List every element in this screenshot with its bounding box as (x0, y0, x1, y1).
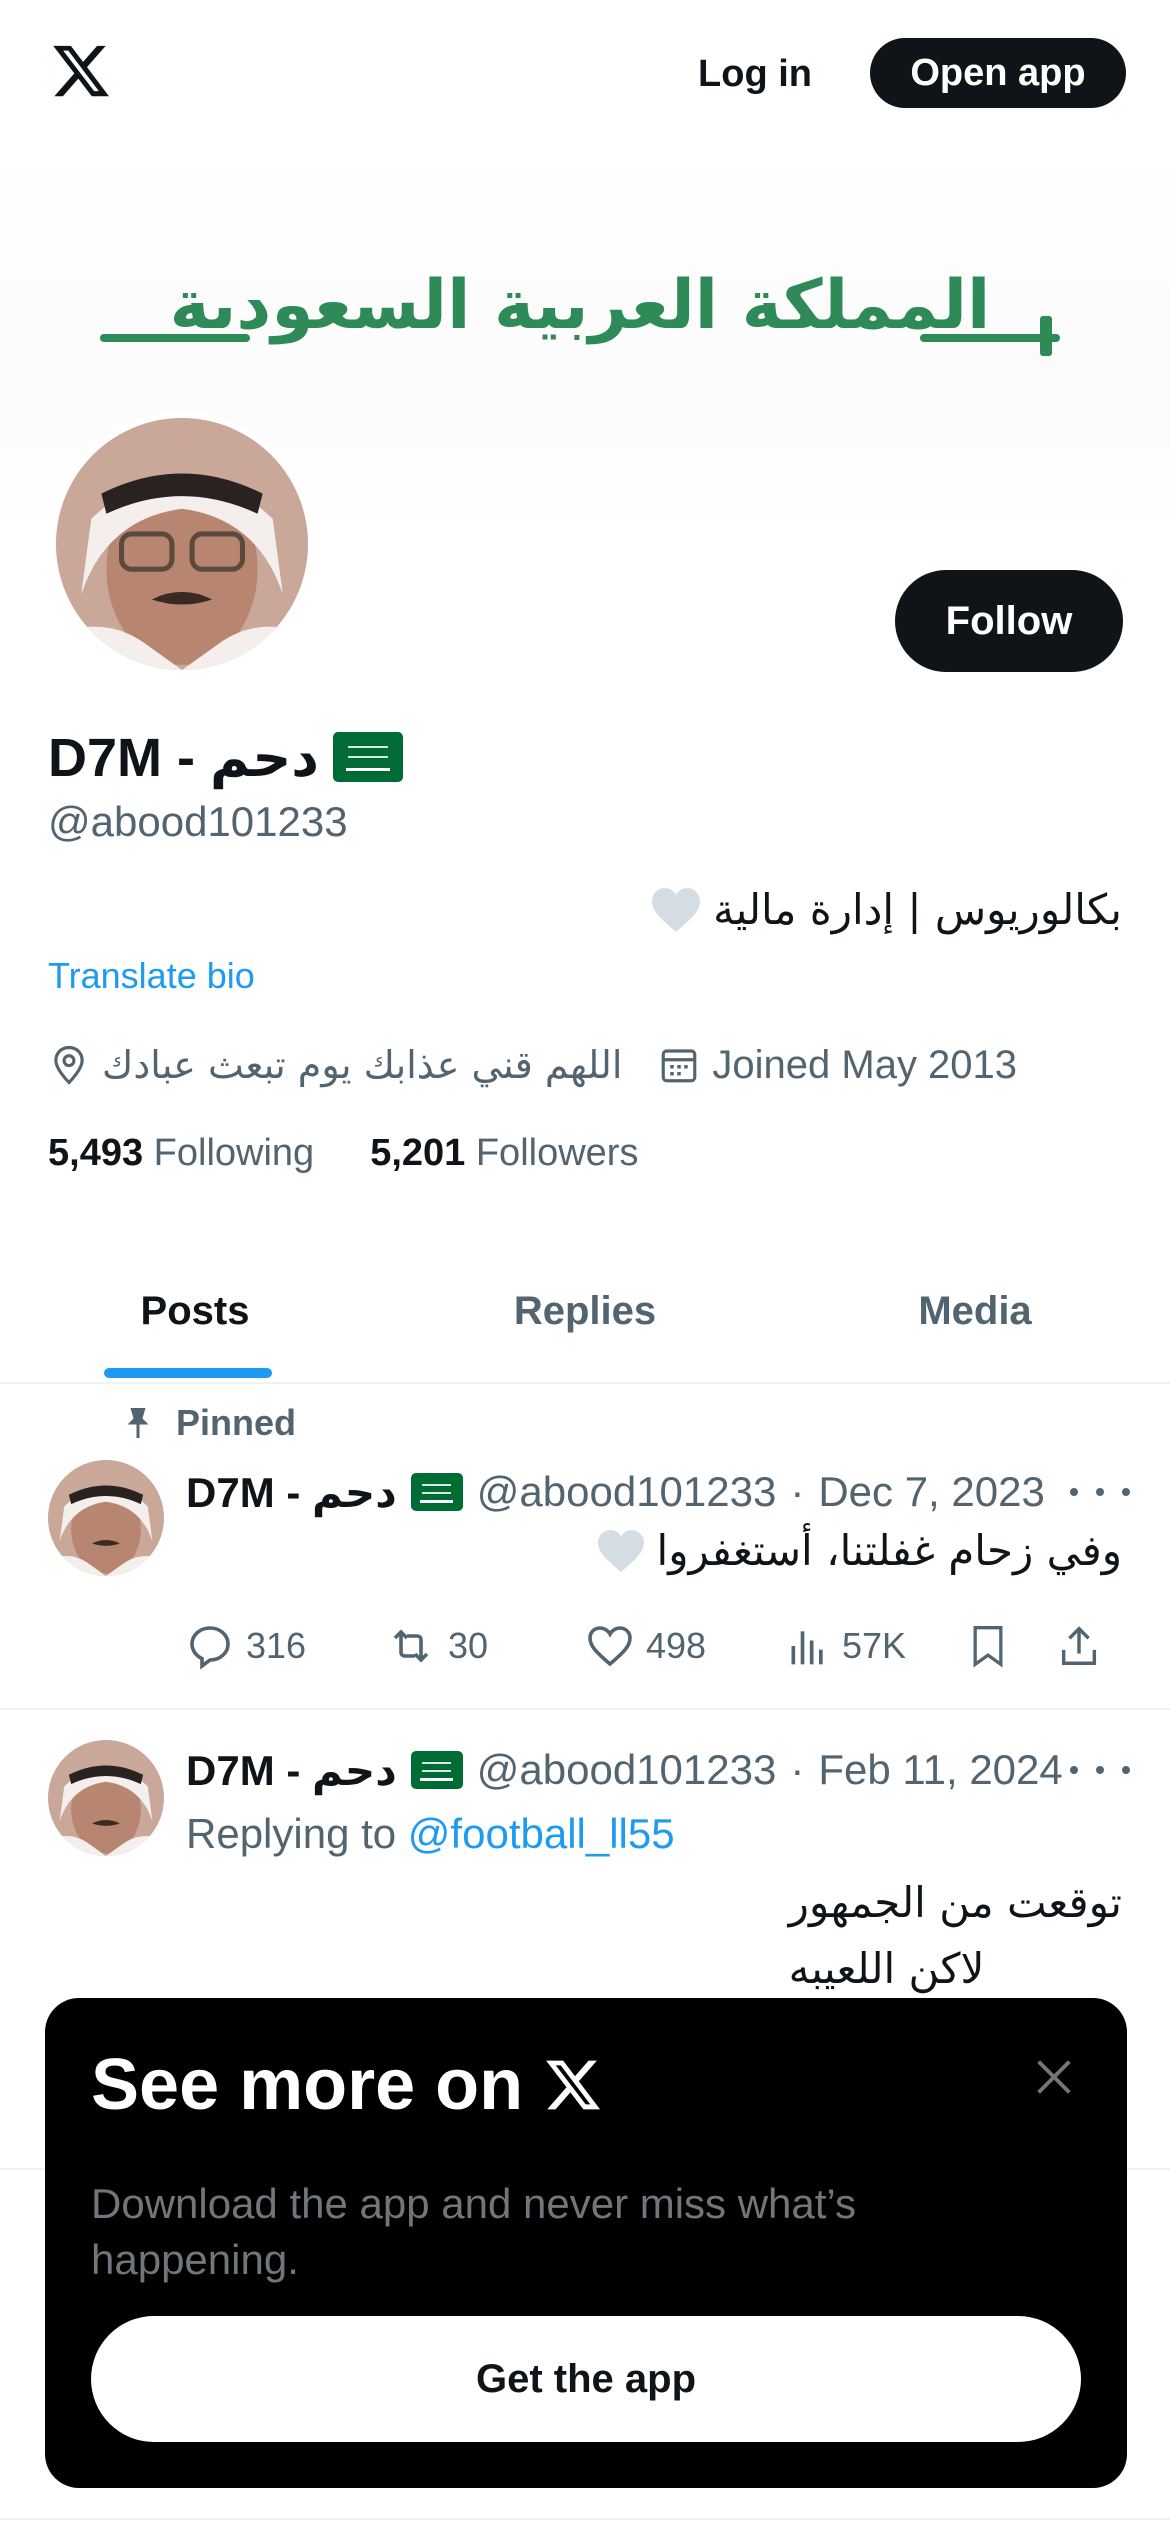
like-button[interactable]: 498 (586, 1623, 786, 1669)
reply-icon (190, 1626, 230, 1670)
open-app-button[interactable]: Open app (870, 38, 1126, 108)
see-more-promo: See more on Download the app and never m… (45, 1998, 1127, 2488)
replying-prefix: Replying to (186, 1810, 397, 1857)
pinned-label-row: Pinned (120, 1402, 296, 1444)
repost-button[interactable]: 30 (386, 1622, 586, 1670)
translate-bio-link[interactable]: Translate bio (48, 955, 255, 997)
post-separator: · (790, 1468, 805, 1515)
bookmark-icon (973, 1626, 1003, 1668)
x-logo-icon (546, 2060, 601, 2110)
promo-title-text: See more on (91, 2045, 524, 2125)
followers-count: 5,201 (370, 1132, 466, 1174)
following-link[interactable]: 5,493 Following (48, 1132, 314, 1175)
view-count: 57K (842, 1625, 907, 1666)
location-text: اللهم قني عذابك يوم تبعث عبادك (102, 1043, 623, 1087)
bio-text: بكالوريوس | إدارة مالية (713, 885, 1122, 934)
following-label: Following (153, 1132, 315, 1174)
reply-button[interactable]: 316 (186, 1622, 386, 1670)
saudi-flag-icon (410, 1473, 463, 1511)
post-body-line: توقعت من الجمهور (788, 1878, 1122, 1927)
post-avatar[interactable] (48, 1460, 164, 1576)
get-app-button[interactable]: Get the app (91, 2316, 1081, 2442)
saudi-flag-icon (410, 1751, 463, 1789)
post-author-name[interactable]: D7M - دحم (186, 1468, 397, 1517)
divider (0, 2518, 1170, 2520)
repost-icon (393, 1629, 429, 1663)
pin-icon (127, 1408, 149, 1438)
promo-subtitle: Download the app and never miss what’s h… (91, 2180, 857, 2283)
post-date[interactable]: Feb 11, 2024 (818, 1746, 1062, 1794)
joined-text: Joined May 2013 (712, 1042, 1018, 1087)
following-count: 5,493 (48, 1132, 144, 1174)
login-button[interactable]: Log in (680, 40, 830, 108)
close-icon[interactable] (1031, 2054, 1077, 2100)
x-logo-icon[interactable] (48, 40, 114, 102)
tab-media[interactable]: Media (780, 1240, 1170, 1382)
more-options-icon[interactable] (1070, 1472, 1130, 1512)
post-text: وفي زحام غفلتنا، أستغفروا (595, 1518, 1122, 1584)
joined-item: Joined May 2013 (658, 1043, 1017, 1088)
banner-text: المملكة العربية السعودية (169, 266, 991, 345)
post-body: وفي زحام غفلتنا، أستغفروا (656, 1526, 1122, 1575)
analytics-icon (791, 1631, 823, 1665)
tab-replies[interactable]: Replies (390, 1240, 780, 1382)
follow-stats: 5,493 Following 5,201 Followers (48, 1132, 638, 1175)
like-count: 498 (646, 1625, 707, 1666)
tab-posts[interactable]: Posts (0, 1240, 390, 1382)
promo-title: See more on (91, 2044, 605, 2126)
views-button[interactable]: 57K (786, 1624, 966, 1668)
profile-bio: بكالوريوس | إدارة مالية (649, 885, 1122, 934)
profile-avatar[interactable] (50, 412, 314, 676)
post-author-handle[interactable]: @abood101233 (477, 1746, 777, 1794)
reply-count: 316 (246, 1625, 307, 1666)
white-heart-icon (652, 887, 701, 932)
post-actions: 316 30 498 57K (186, 1616, 1126, 1676)
followers-label: Followers (475, 1132, 639, 1174)
more-options-icon[interactable] (1070, 1750, 1130, 1790)
post-author-name[interactable]: D7M - دحم (186, 1746, 397, 1795)
profile-name-row: D7M - دحم (48, 722, 403, 792)
post-header: D7M - دحم @abood101233 · Dec 7, 2023 (186, 1462, 1045, 1522)
replying-to: Replying to @football_ll55 (186, 1810, 675, 1858)
followers-link[interactable]: 5,201 Followers (370, 1132, 638, 1175)
profile-tabs: Posts Replies Media (0, 1240, 1170, 1384)
location-item: اللهم قني عذابك يوم تبعث عبادك (48, 1043, 622, 1087)
post-author-handle[interactable]: @abood101233 (477, 1468, 777, 1516)
display-name: D7M - دحم (48, 727, 319, 788)
post-text: توقعت من الجمهور لاكن اللعيبه (789, 1870, 1122, 2002)
post-header: D7M - دحم @abood101233 · Feb 11, 2024 (186, 1740, 1063, 1800)
profile-handle: @abood101233 (48, 798, 348, 845)
post-body-line: لاكن اللعيبه (788, 1944, 985, 1993)
post-date[interactable]: Dec 7, 2023 (818, 1468, 1045, 1516)
profile-meta: اللهم قني عذابك يوم تبعث عبادك Joined Ma… (48, 1030, 1053, 1100)
calendar-icon (662, 1049, 697, 1083)
repost-count: 30 (448, 1625, 489, 1666)
top-bar: Log in Open app (0, 0, 1170, 148)
post-avatar[interactable] (48, 1740, 164, 1856)
heart-icon (588, 1626, 632, 1667)
pinned-label: Pinned (176, 1402, 297, 1443)
location-pin-icon (54, 1045, 84, 1085)
active-tab-indicator (104, 1368, 272, 1378)
share-button[interactable] (1056, 1622, 1116, 1670)
bookmark-button[interactable] (966, 1622, 1056, 1670)
white-heart-icon (597, 1530, 644, 1572)
share-icon (1061, 1626, 1097, 1665)
replying-to-link[interactable]: @football_ll55 (408, 1810, 675, 1857)
follow-button[interactable]: Follow (895, 570, 1123, 672)
banner-decoration (920, 334, 1060, 342)
post-separator: · (790, 1746, 805, 1793)
saudi-flag-icon (332, 732, 403, 782)
banner-decoration (1040, 316, 1052, 356)
